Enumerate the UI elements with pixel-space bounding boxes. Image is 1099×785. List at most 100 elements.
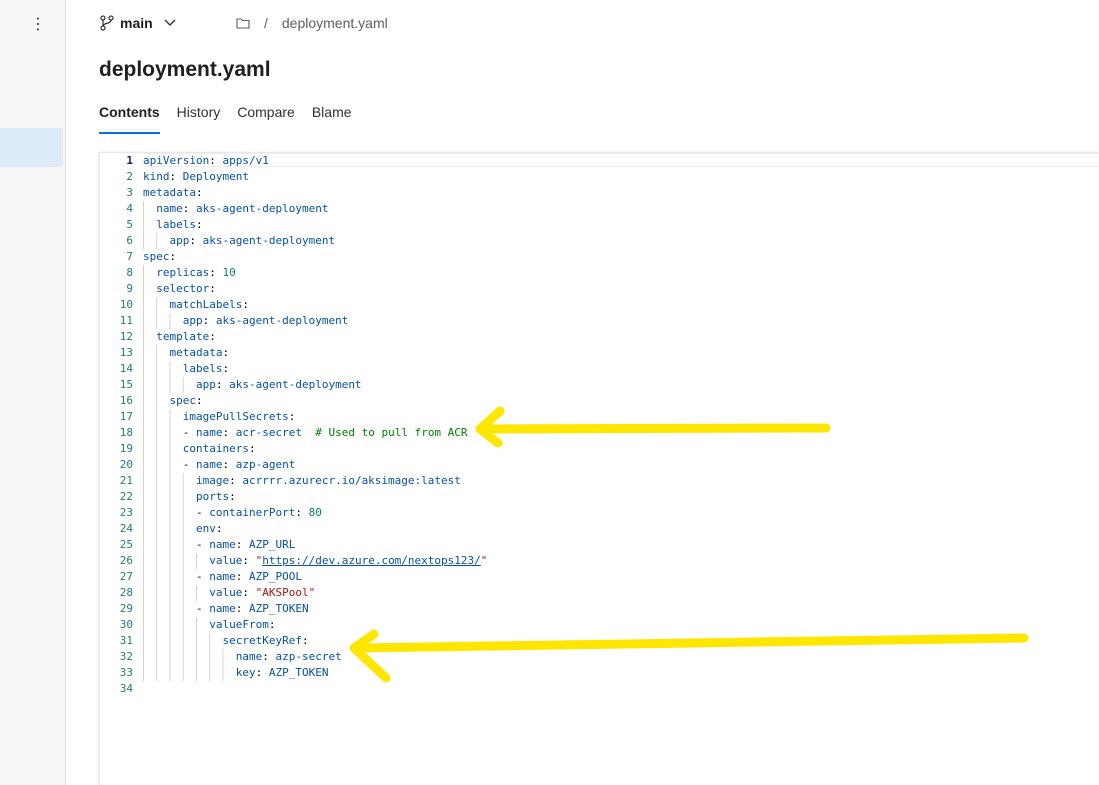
line-number: 6	[126, 234, 133, 247]
code-line: 10 matchLabels:	[100, 297, 487, 313]
line-number: 14	[119, 362, 133, 375]
line-text: - name: acr-secret # Used to pull from A…	[182, 426, 468, 439]
line-text: replicas: 10	[156, 266, 236, 279]
code-line: 27 - name: AZP_POOL	[100, 569, 487, 585]
line-text: template:	[156, 330, 216, 343]
code-line: 7 spec:	[100, 249, 487, 265]
line-text: - name: azp-agent	[182, 458, 296, 471]
line-text: image: acrrrr.azurecr.io/aksimage:latest	[195, 474, 461, 487]
line-number: 5	[126, 218, 133, 231]
branch-selector[interactable]: main	[100, 12, 177, 34]
line-text: - name: AZP_TOKEN	[195, 602, 309, 615]
code-line: 6 app: aks-agent-deployment	[100, 233, 487, 249]
line-number: 30	[119, 618, 133, 631]
code-line: 2 kind: Deployment	[100, 169, 487, 185]
line-text: apiVersion: apps/v1	[143, 154, 269, 167]
line-text: app: aks-agent-deployment	[182, 314, 349, 327]
line-number: 31	[119, 634, 133, 647]
line-number: 10	[119, 298, 133, 311]
line-number: 11	[119, 314, 133, 327]
line-text: ports:	[195, 490, 236, 503]
line-number: 17	[119, 410, 133, 423]
line-text: matchLabels:	[169, 298, 249, 311]
code-line: 4 name: aks-agent-deployment	[100, 201, 487, 217]
code-editor[interactable]: 1 apiVersion: apps/v1 2 kind: Deployment 3 me…	[99, 152, 1099, 785]
code-line: 24 env:	[100, 521, 487, 537]
code-line: 28 value: "AKSPool"	[100, 585, 487, 601]
line-text: name: azp-secret	[235, 650, 342, 663]
code-line: 9 selector:	[100, 281, 487, 297]
code-line: 3 metadata:	[100, 185, 487, 201]
tab-blame[interactable]: Blame	[312, 100, 352, 134]
line-text: value: "AKSPool"	[209, 586, 316, 599]
branch-icon	[100, 15, 114, 31]
line-number: 25	[119, 538, 133, 551]
left-rail: ⋮	[0, 0, 66, 785]
line-number: 22	[119, 490, 133, 503]
line-number: 34	[119, 682, 133, 695]
line-number: 20	[119, 458, 133, 471]
code-line: 5 labels:	[100, 217, 487, 233]
code-line: 11 app: aks-agent-deployment	[100, 313, 487, 329]
line-text: metadata:	[143, 186, 203, 199]
code-line: 15 app: aks-agent-deployment	[100, 377, 487, 393]
line-text: labels:	[182, 362, 230, 375]
line-number: 4	[126, 202, 133, 215]
code-line: 20 - name: azp-agent	[100, 457, 487, 473]
line-text: valueFrom:	[209, 618, 276, 631]
line-number: 1	[126, 154, 133, 167]
line-text: metadata:	[169, 346, 230, 359]
line-number: 13	[119, 346, 133, 359]
code-line: 8 replicas: 10	[100, 265, 487, 281]
line-text: key: AZP_TOKEN	[235, 666, 329, 679]
code-line: 21 image: acrrrr.azurecr.io/aksimage:lat…	[100, 473, 487, 489]
line-text: app: aks-agent-deployment	[195, 378, 362, 391]
page-title: deployment.yaml	[99, 58, 271, 81]
line-text: spec:	[143, 250, 177, 263]
annotation-arrow-1	[475, 406, 831, 448]
code-line: 19 containers:	[100, 441, 487, 457]
code-lines: 1 apiVersion: apps/v1 2 kind: Deployment 3 me…	[100, 153, 488, 697]
line-number: 3	[126, 186, 133, 199]
line-text: secretKeyRef:	[222, 634, 309, 647]
line-number: 15	[119, 378, 133, 391]
code-line: 18 - name: acr-secret # Used to pull fro…	[100, 425, 487, 441]
line-text: labels:	[156, 218, 203, 231]
line-text: - containerPort: 80	[195, 506, 322, 519]
breadcrumb: / deployment.yaml	[236, 12, 388, 34]
line-number: 33	[119, 666, 133, 679]
line-number: 2	[126, 170, 133, 183]
code-line: 23 - containerPort: 80	[100, 505, 487, 521]
line-text: selector:	[156, 282, 216, 295]
line-number: 27	[119, 570, 133, 583]
more-vertical-icon[interactable]: ⋮	[29, 14, 47, 34]
tab-compare[interactable]: Compare	[237, 100, 295, 134]
code-line: 22 ports:	[100, 489, 487, 505]
line-text: imagePullSecrets:	[182, 410, 296, 423]
code-line: 16 spec:	[100, 393, 487, 409]
annotation-arrow-2	[349, 629, 1029, 683]
code-line: 14 labels:	[100, 361, 487, 377]
folder-icon[interactable]	[236, 17, 250, 29]
tab-contents[interactable]: Contents	[99, 100, 160, 134]
breadcrumb-separator: /	[264, 15, 268, 31]
line-number: 24	[119, 522, 133, 535]
line-number: 23	[119, 506, 133, 519]
line-number: 12	[119, 330, 133, 343]
line-number: 7	[126, 250, 133, 263]
code-line: 26 value: "https://dev.azure.com/nextops…	[100, 553, 488, 569]
line-number: 26	[119, 554, 133, 567]
rail-selected-item[interactable]	[0, 128, 63, 167]
breadcrumb-file: deployment.yaml	[281, 15, 388, 31]
code-line: 12 template:	[100, 329, 487, 345]
code-line: 25 - name: AZP_URL	[100, 537, 487, 553]
code-line: 17 imagePullSecrets:	[100, 409, 487, 425]
line-number: 16	[119, 394, 133, 407]
line-text: kind: Deployment	[143, 170, 249, 183]
line-number: 8	[126, 266, 133, 279]
line-number: 28	[119, 586, 133, 599]
line-number: 19	[119, 442, 133, 455]
line-text: - name: AZP_POOL	[195, 570, 302, 583]
line-number: 18	[119, 426, 133, 439]
tab-history[interactable]: History	[177, 100, 221, 134]
